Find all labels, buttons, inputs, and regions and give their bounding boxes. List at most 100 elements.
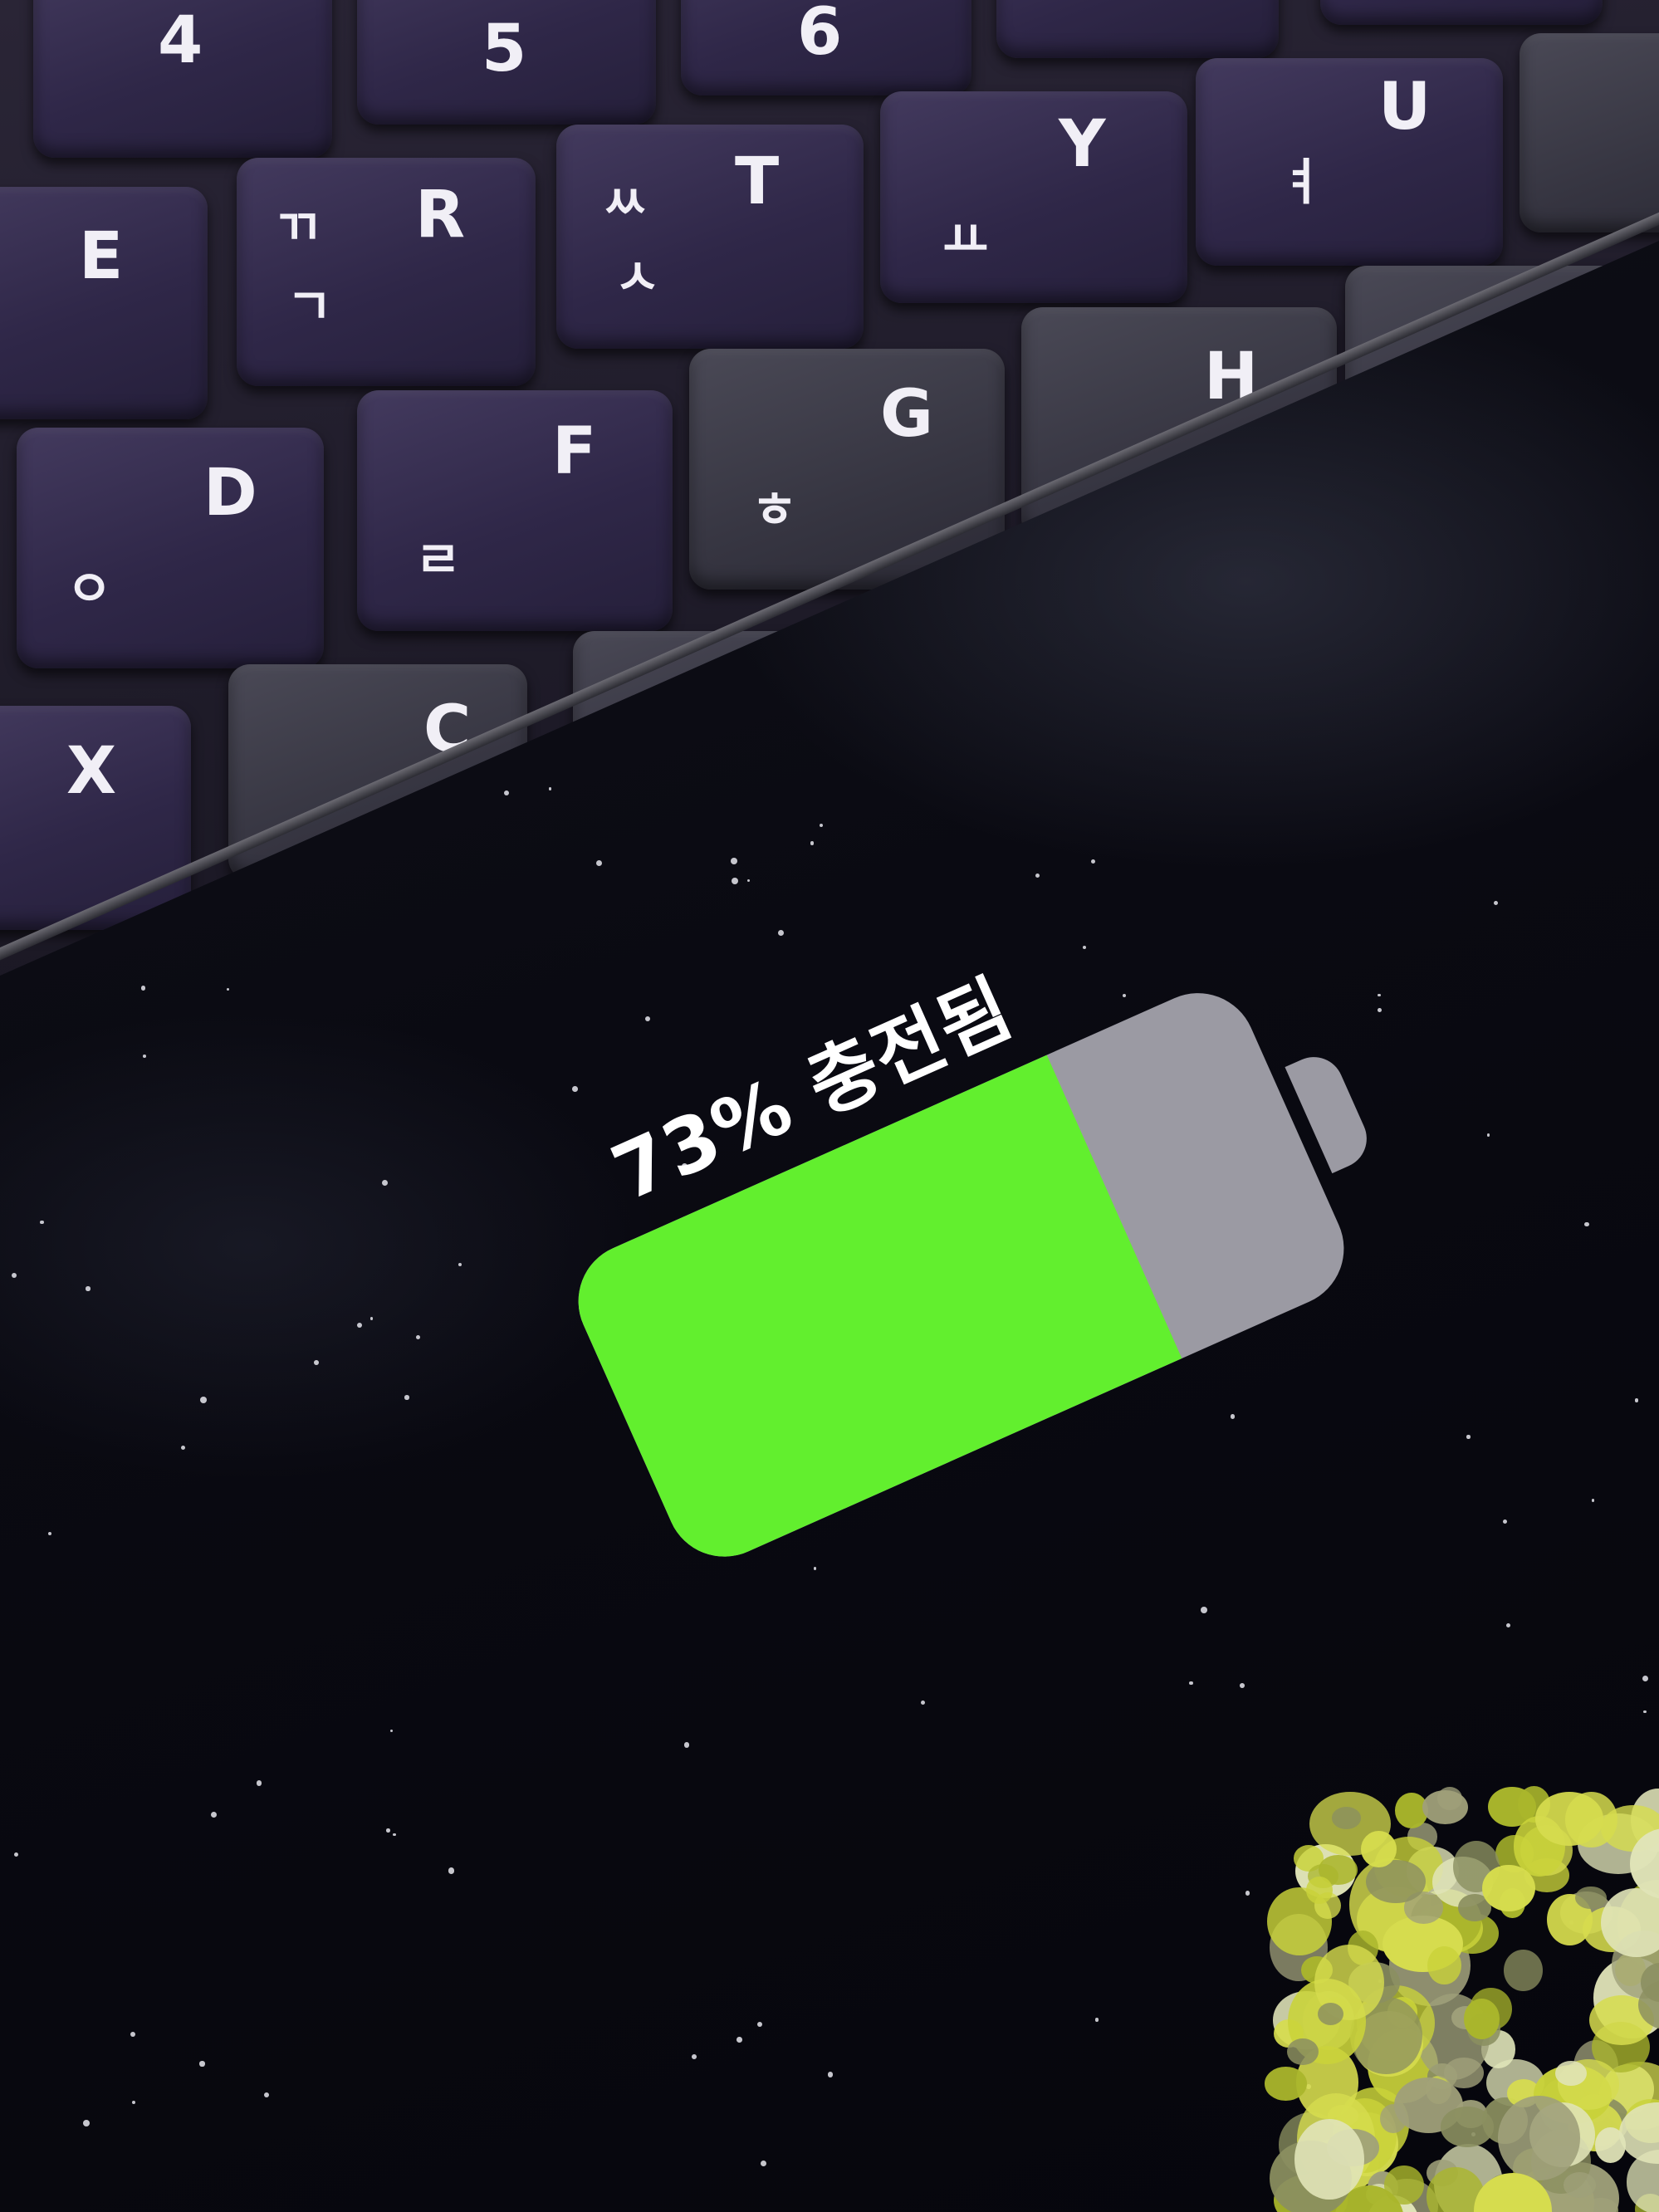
- star-dot: [732, 878, 739, 885]
- star-dot: [820, 823, 824, 827]
- star-dot: [199, 2061, 205, 2067]
- key-x[interactable]: X: [0, 706, 191, 930]
- star-dot: [1493, 900, 1498, 905]
- star-dot: [404, 1395, 409, 1400]
- star-dot: [392, 1833, 396, 1837]
- star-dot: [211, 1812, 218, 1818]
- star-dot: [1189, 1681, 1193, 1686]
- star-dot: [756, 2022, 762, 2028]
- plant-leaf: [1441, 2107, 1494, 2147]
- plant-wallpaper-element: [1245, 1760, 1659, 2212]
- star-dot: [1584, 1221, 1589, 1227]
- star-dot: [1201, 1607, 1208, 1614]
- plant-leaf: [1482, 1864, 1535, 1911]
- star-dot: [40, 1220, 44, 1225]
- key-g-label: G: [880, 377, 934, 452]
- star-dot: [13, 1852, 19, 1857]
- key-y-label: Y: [1059, 107, 1106, 182]
- key-8[interactable]: [1320, 0, 1603, 25]
- star-dot: [1642, 1675, 1649, 1682]
- key-x-label: X: [66, 734, 117, 809]
- star-dot: [47, 1531, 52, 1536]
- star-dot: [448, 1867, 455, 1874]
- plant-leaf: [1444, 2058, 1484, 2088]
- key-u[interactable]: ㅕ U: [1196, 58, 1503, 266]
- plant-leaf: [1294, 2118, 1364, 2200]
- star-dot: [132, 2101, 136, 2105]
- star-dot: [256, 1780, 262, 1786]
- plant-leaf: [1497, 2096, 1580, 2180]
- key-i[interactable]: [1520, 33, 1659, 232]
- star-dot: [1240, 1682, 1245, 1688]
- star-dot: [386, 1828, 390, 1833]
- star-dot: [1592, 1499, 1595, 1502]
- plant-leaf: [1563, 2171, 1596, 2198]
- star-dot: [920, 1701, 925, 1705]
- plant-leaf: [1332, 1807, 1362, 1829]
- star-dot: [810, 840, 815, 845]
- key-7[interactable]: [996, 0, 1279, 58]
- key-t-label: T: [735, 144, 780, 219]
- plant-leaf: [1534, 1792, 1604, 1846]
- key-t[interactable]: ㅆ ㅅ T: [556, 125, 864, 349]
- plant-leaf: [1575, 1886, 1607, 1910]
- star-dot: [200, 1396, 208, 1403]
- key-6-label: 6: [797, 0, 843, 70]
- plant-leaf: [1427, 1946, 1461, 1985]
- star-dot: [827, 2072, 834, 2077]
- star-dot: [130, 2031, 135, 2037]
- key-t-korean: ㅅ: [614, 249, 661, 307]
- key-y-korean: ㅛ: [942, 212, 989, 270]
- star-dot: [140, 986, 146, 991]
- key-u-label: U: [1378, 70, 1431, 144]
- plant-leaf: [1287, 2038, 1319, 2066]
- star-dot: [11, 1273, 17, 1279]
- star-dot: [415, 1334, 421, 1340]
- star-dot: [1503, 1519, 1508, 1524]
- plant-leaf: [1317, 2002, 1343, 2025]
- key-5[interactable]: 5: [357, 0, 656, 125]
- star-dot: [86, 1286, 91, 1291]
- star-dot: [180, 1446, 185, 1451]
- star-dot: [746, 878, 751, 882]
- star-dot: [1486, 1133, 1490, 1137]
- key-6[interactable]: 6: [681, 0, 971, 95]
- photo-scene: $ 4 5 6 E ㄲ ㄱ R ㅆ ㅅ T ㅛ Y ㅕ U: [0, 0, 1659, 2212]
- key-f-korean: ㄹ: [415, 531, 462, 590]
- star-dot: [730, 857, 737, 864]
- star-dot: [227, 987, 230, 991]
- key-g-korean: ㅎ: [751, 482, 798, 540]
- star-dot: [1505, 1622, 1510, 1627]
- star-dot: [596, 859, 603, 867]
- key-f-label: F: [552, 414, 597, 489]
- plant-leaf: [1504, 1950, 1544, 1991]
- key-r-korean: ㄱ: [286, 278, 333, 336]
- key-5-label: 5: [482, 12, 527, 86]
- key-u-korean: ㅕ: [1279, 154, 1325, 212]
- key-f[interactable]: ㄹ F: [357, 390, 673, 631]
- star-dot: [264, 2092, 270, 2097]
- key-e-label: E: [79, 219, 124, 294]
- star-dot: [83, 2119, 90, 2126]
- star-dot: [548, 787, 551, 790]
- key-4[interactable]: $ 4: [33, 0, 332, 158]
- star-dot: [369, 1317, 374, 1320]
- star-dot: [356, 1322, 363, 1329]
- plant-leaf: [1463, 1999, 1500, 2039]
- star-dot: [1642, 1710, 1647, 1714]
- key-r[interactable]: ㄲ ㄱ R: [237, 158, 536, 386]
- plant-leaf: [1380, 2103, 1407, 2133]
- star-dot: [382, 1180, 389, 1186]
- charging-widget: 73% 충전됨: [381, 710, 1595, 1798]
- star-dot: [692, 2053, 697, 2059]
- key-e[interactable]: E: [0, 187, 208, 419]
- key-y[interactable]: ㅛ Y: [880, 91, 1187, 303]
- key-4-label: 4: [158, 3, 203, 78]
- star-dot: [313, 1359, 319, 1365]
- key-r-label: R: [415, 178, 466, 252]
- star-dot: [760, 2161, 767, 2167]
- star-dot: [143, 1055, 146, 1059]
- key-r-korean-shift: ㄲ: [274, 199, 321, 257]
- key-d-korean: ㅇ: [66, 560, 113, 619]
- key-d[interactable]: ㅇ D: [17, 428, 324, 668]
